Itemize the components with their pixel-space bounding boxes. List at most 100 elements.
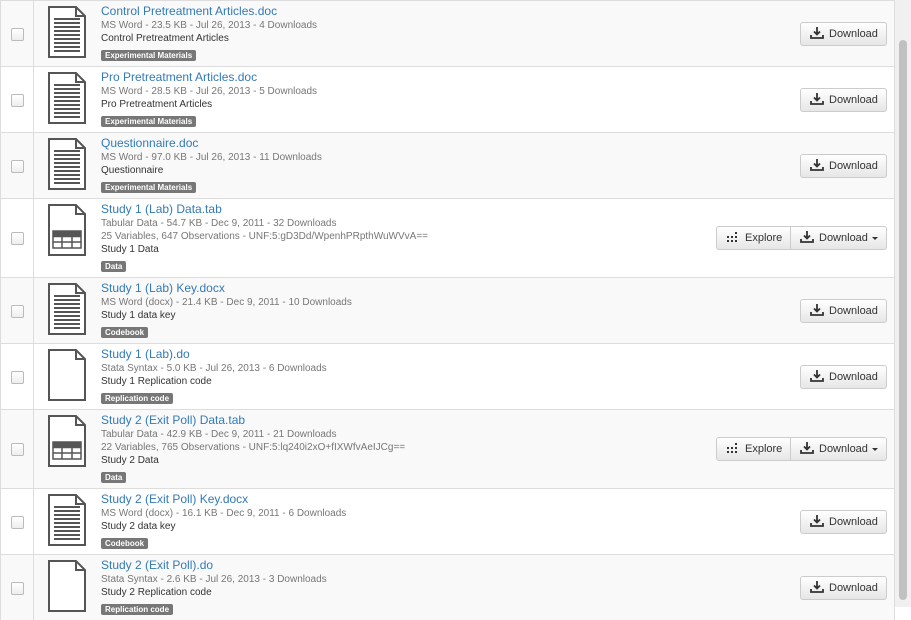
file-checkbox[interactable] [11,304,24,318]
download-button[interactable]: Download [800,22,887,46]
file-name-link[interactable]: Study 2 (Exit Poll) Data.tab [101,413,564,428]
download-icon [810,581,824,593]
scrollbar[interactable] [895,0,911,607]
file-checkbox[interactable] [11,27,24,41]
file-info: Study 2 (Exit Poll) Data.tab Tabular Data… [101,413,564,485]
file-tag: Data [101,472,127,483]
file-row: Study 2 (Exit Poll) Key.docx MS Word (doc… [1,488,894,554]
download-icon [810,27,824,39]
download-icon [810,93,824,105]
file-info: Study 1 (Lab) Key.docx MS Word (docx) - 2… [101,281,564,340]
file-tag: Experimental Materials [101,182,197,193]
file-row: Pro Pretreatment Articles.doc MS Word - 2… [1,66,894,132]
file-row: Study 1 (Lab) Key.docx MS Word (docx) - 2… [1,277,894,343]
download-label: Download [829,371,878,383]
file-name-link[interactable]: Study 1 (Lab) Key.docx [101,281,564,296]
checkbox-cell [1,344,34,409]
file-description: Study 1 Replication code [101,376,212,387]
file-row: Study 2 (Exit Poll) Data.tab Tabular Data… [1,409,894,488]
explore-icon [727,443,737,453]
scroll-thumb[interactable] [899,40,907,600]
file-unf-info: 22 Variables, 765 Observations - UNF:5:l… [101,442,406,453]
explore-label: Explore [745,443,783,455]
file-name-link[interactable]: Study 1 (Lab).do [101,347,564,362]
download-label: Download [829,94,878,106]
download-button[interactable]: Download [800,576,887,600]
file-metadata: Tabular Data - 42.9 KB - Dec 9, 2011 - 2… [101,429,337,440]
file-tag: Codebook [101,538,149,549]
explore-label: Explore [745,232,783,244]
document-icon [48,283,86,335]
download-icon [810,515,824,527]
file-description: Study 2 Data [101,455,159,466]
file-description: Study 2 Replication code [101,587,212,598]
download-button[interactable]: Download [800,365,887,389]
download-label: Download [829,516,878,528]
file-info: Study 2 (Exit Poll).do Stata Syntax - 2.6… [101,558,564,617]
checkbox-cell [1,555,34,620]
explore-button[interactable]: Explore [716,226,791,250]
download-button[interactable]: Download [800,510,887,534]
file-metadata: MS Word (docx) - 21.4 KB - Dec 9, 2011 -… [101,297,352,308]
file-name-link[interactable]: Study 2 (Exit Poll) Key.docx [101,492,564,507]
download-dropdown-button[interactable]: Download [791,226,887,250]
file-name-link[interactable]: Questionnaire.doc [101,136,564,151]
checkbox-cell [1,1,34,66]
file-metadata: MS Word - 28.5 KB - Jul 26, 2013 - 5 Dow… [101,86,318,97]
file-tag: Experimental Materials [101,50,197,61]
download-button[interactable]: Download [800,299,887,323]
file-checkbox[interactable] [11,581,24,595]
file-description: Pro Pretreatment Articles [101,99,213,110]
file-checkbox[interactable] [11,370,24,384]
download-label: Download [819,232,868,244]
file-row: Study 1 (Lab).do Stata Syntax - 5.0 KB - … [1,343,894,409]
file-checkbox[interactable] [11,159,24,173]
download-icon [810,370,824,382]
file-name-link[interactable]: Pro Pretreatment Articles.doc [101,70,564,85]
file-tag: Experimental Materials [101,116,197,127]
download-button[interactable]: Download [800,154,887,178]
download-icon [800,442,814,454]
file-table: Control Pretreatment Articles.doc MS Word… [0,0,895,620]
explore-button[interactable]: Explore [716,437,791,461]
blank-file-icon [48,349,86,401]
table-file-icon [48,204,86,256]
file-checkbox[interactable] [11,515,24,529]
download-icon [810,304,824,316]
file-row: Study 2 (Exit Poll).do Stata Syntax - 2.6… [1,554,894,620]
file-info: Study 1 (Lab).do Stata Syntax - 5.0 KB - … [101,347,564,406]
file-checkbox[interactable] [11,232,24,245]
download-label: Download [829,160,878,172]
checkbox-cell [1,199,34,277]
file-metadata: MS Word (docx) - 16.1 KB - Dec 9, 2011 -… [101,508,347,519]
file-name-link[interactable]: Control Pretreatment Articles.doc [101,4,564,19]
file-metadata: Stata Syntax - 5.0 KB - Jul 26, 2013 - 6… [101,363,327,374]
file-description: Control Pretreatment Articles [101,33,229,44]
document-icon [48,6,86,58]
file-info: Pro Pretreatment Articles.doc MS Word - 2… [101,70,564,129]
file-checkbox[interactable] [11,443,24,456]
file-checkbox[interactable] [11,93,24,107]
file-name-link[interactable]: Study 1 (Lab) Data.tab [101,202,564,217]
checkbox-cell [1,278,34,343]
file-row: Control Pretreatment Articles.doc MS Word… [1,0,894,66]
table-file-icon [48,415,86,467]
file-row: Study 1 (Lab) Data.tab Tabular Data - 54.… [1,198,894,277]
file-tag: Data [101,261,127,272]
file-info: Control Pretreatment Articles.doc MS Word… [101,4,564,63]
file-metadata: MS Word - 97.0 KB - Jul 26, 2013 - 11 Do… [101,152,322,163]
file-description: Study 1 Data [101,244,159,255]
document-icon [48,494,86,546]
file-description: Study 2 data key [101,521,176,532]
download-button[interactable]: Download [800,88,887,112]
file-metadata: MS Word - 23.5 KB - Jul 26, 2013 - 4 Dow… [101,20,318,31]
file-row: Questionnaire.doc MS Word - 97.0 KB - Jul… [1,132,894,198]
checkbox-cell [1,410,34,488]
checkbox-cell [1,489,34,554]
file-info: Study 2 (Exit Poll) Key.docx MS Word (doc… [101,492,564,551]
file-name-link[interactable]: Study 2 (Exit Poll).do [101,558,564,573]
download-label: Download [829,582,878,594]
explore-icon [727,232,737,242]
download-dropdown-button[interactable]: Download [791,437,887,461]
download-label: Download [829,28,878,40]
